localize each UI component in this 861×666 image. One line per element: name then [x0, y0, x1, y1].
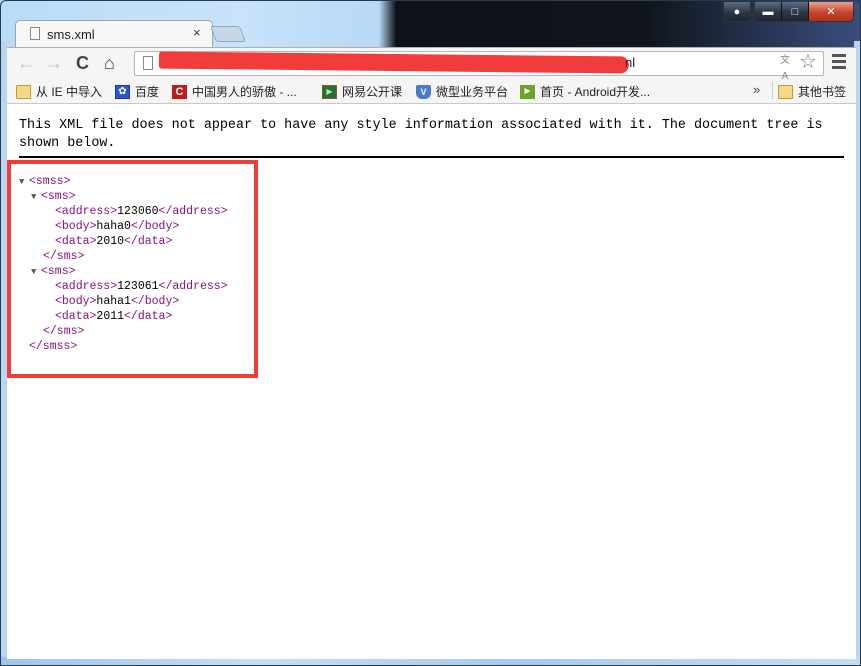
maximize-icon[interactable]: □ — [781, 2, 808, 21]
bookmark-other[interactable]: 其他书签 — [778, 83, 846, 100]
xml-root-open: ▼ <smss> — [19, 174, 228, 189]
c-logo-icon: C — [172, 84, 187, 99]
bookmark-chinese-man[interactable]: C 中国男人的骄傲 - ... — [172, 83, 297, 100]
xml-field: <address>123060</address> — [19, 204, 228, 219]
toolbar: ← → C ⌂ nl 文A ☆ — [7, 47, 856, 82]
xml-tag: </data> — [124, 235, 173, 248]
back-icon[interactable]: ← — [17, 52, 35, 74]
tab-title: sms.xml — [47, 27, 95, 42]
xml-tag: <data> — [55, 235, 97, 248]
xml-field: <body>haha0</body> — [19, 219, 228, 234]
xml-root-close: </smss> — [19, 339, 228, 354]
menu-icon[interactable] — [832, 54, 846, 72]
xml-value: 2011 — [96, 310, 125, 323]
xml-sms-open: ▼ <sms> — [19, 189, 228, 204]
page-icon — [30, 27, 40, 40]
bookmark-label: 首页 - Android开发... — [540, 85, 651, 99]
xml-value: 123060 — [117, 205, 159, 218]
browser-window: ● ▬ □ ✕ sms.xml × ← → C ⌂ nl 文A ☆ 从 IE 中… — [0, 0, 861, 666]
xml-tree: ▼ <smss> ▼ <sms> <address>123060</address>… — [19, 174, 228, 354]
xml-field: <data>2010</data> — [19, 234, 228, 249]
bookmark-label: 百度 — [135, 85, 160, 99]
person-icon[interactable]: ● — [724, 2, 750, 21]
collapse-icon[interactable]: ▼ — [31, 190, 41, 205]
xml-value: haha0 — [96, 220, 131, 233]
xml-style-notice: This XML file does not appear to have an… — [19, 118, 823, 151]
xml-tag: <smss> — [29, 175, 71, 188]
xml-tag: </sms> — [43, 325, 85, 338]
url-text: nl — [625, 55, 636, 70]
home-icon[interactable]: ⌂ — [104, 52, 115, 74]
new-tab-button[interactable] — [210, 26, 246, 42]
android-site-icon: ► — [520, 84, 535, 99]
xml-value: haha1 — [96, 295, 131, 308]
xml-tag: <address> — [55, 205, 118, 218]
collapse-icon[interactable]: ▼ — [31, 265, 41, 280]
page-content: This XML file does not appear to have an… — [7, 104, 856, 659]
redacted-url — [158, 51, 630, 74]
bookmark-baidu[interactable]: ✿ 百度 — [115, 83, 159, 100]
folder-icon — [778, 84, 793, 99]
xml-tag: </body> — [130, 220, 180, 233]
play-icon: ▶ — [322, 84, 337, 99]
xml-tag: </body> — [130, 295, 180, 308]
xml-sms-close: </sms> — [19, 249, 228, 264]
bookmark-label: 中国男人的骄傲 - ... — [192, 85, 297, 99]
collapse-icon[interactable]: ▼ — [19, 175, 29, 190]
address-bar[interactable]: nl — [134, 51, 824, 76]
xml-tag: <data> — [55, 310, 97, 323]
bookmarks-overflow-icon[interactable]: » — [753, 82, 760, 97]
window-controls: ▬ □ ✕ — [754, 2, 854, 22]
bookmark-label: 其他书签 — [798, 85, 847, 99]
close-icon[interactable]: ✕ — [808, 2, 853, 21]
xml-field: <address>123061</address> — [19, 279, 228, 294]
xml-sms-open: ▼ <sms> — [19, 264, 228, 279]
bookmark-micro-business[interactable]: V 微型业务平台 — [416, 83, 508, 100]
baidu-paw-icon: ✿ — [115, 84, 130, 99]
profile-control: ● — [723, 2, 751, 22]
bookmark-android-dev[interactable]: ► 首页 - Android开发... — [520, 83, 650, 100]
page-icon — [143, 56, 153, 70]
xml-sms-close: </sms> — [19, 324, 228, 339]
xml-tag: <body> — [55, 220, 97, 233]
v-shield-icon: V — [416, 84, 431, 99]
bookmark-import-ie[interactable]: 从 IE 中导入 — [16, 83, 102, 100]
bookmarks-separator — [772, 82, 773, 99]
xml-tag: <body> — [55, 295, 97, 308]
forward-icon[interactable]: → — [45, 52, 63, 74]
xml-tag: <sms> — [41, 190, 76, 203]
bookmarks-bar: 从 IE 中导入 ✿ 百度 C 中国男人的骄傲 - ... ▶ 网易公开课 V … — [7, 79, 856, 104]
xml-tag: </address> — [158, 205, 228, 218]
translate-icon[interactable]: 文A — [777, 53, 793, 82]
xml-value: 123061 — [117, 280, 159, 293]
bookmark-netease-open-course[interactable]: ▶ 网易公开课 — [322, 83, 402, 100]
bookmark-label: 从 IE 中导入 — [36, 85, 103, 99]
xml-field: <data>2011</data> — [19, 309, 228, 324]
tab-sms-xml[interactable]: sms.xml × — [15, 20, 213, 49]
reload-icon[interactable]: C — [76, 52, 89, 74]
bookmark-label: 网易公开课 — [342, 85, 403, 99]
xml-field: <body>haha1</body> — [19, 294, 228, 309]
xml-tag: </data> — [124, 310, 173, 323]
xml-tag: </address> — [158, 280, 228, 293]
xml-tag: </sms> — [43, 250, 85, 263]
xml-tag: <sms> — [41, 265, 76, 278]
xml-tag: <address> — [55, 280, 118, 293]
minimize-icon[interactable]: ▬ — [755, 2, 781, 21]
bookmark-star-icon[interactable]: ☆ — [799, 49, 817, 74]
xml-tag: </smss> — [29, 340, 78, 353]
folder-icon — [16, 84, 31, 99]
divider — [19, 156, 844, 158]
tab-close-icon[interactable]: × — [193, 25, 201, 40]
xml-value: 2010 — [96, 235, 125, 248]
bookmark-label: 微型业务平台 — [436, 85, 509, 99]
